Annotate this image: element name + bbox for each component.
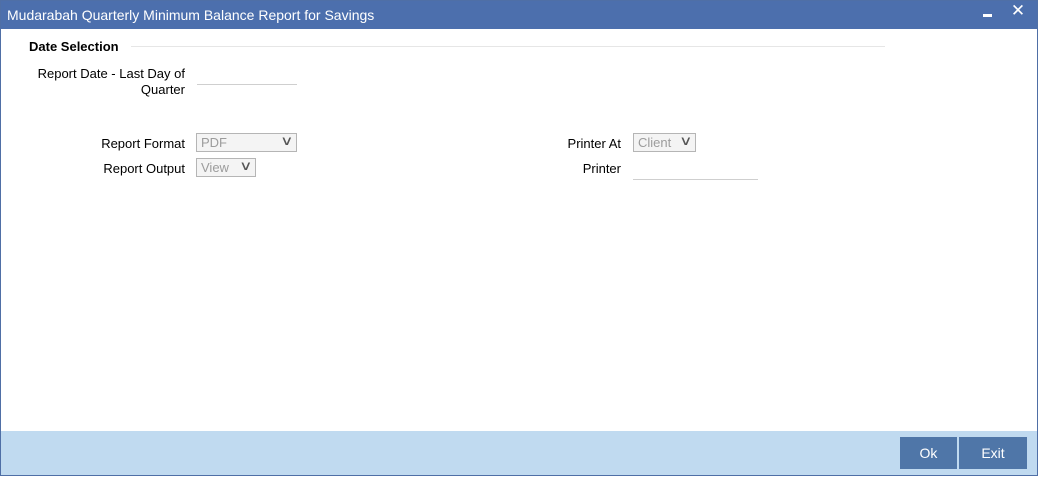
report-date-input[interactable] xyxy=(197,68,297,85)
printer-at-value: Client xyxy=(638,135,672,150)
chevron-down-icon: ∨ xyxy=(280,134,294,149)
footer-bar: Ok Exit xyxy=(1,431,1037,475)
printer-label: Printer xyxy=(582,161,621,176)
ok-button[interactable]: Ok xyxy=(900,437,957,469)
printer-at-label: Printer At xyxy=(567,136,621,151)
report-format-select[interactable]: PDF ∨ xyxy=(196,133,297,152)
printer-at-select[interactable]: Client ∨ xyxy=(633,133,696,152)
report-format-value: PDF xyxy=(201,135,227,150)
report-output-label: Report Output xyxy=(103,161,185,176)
date-selection-title: Date Selection xyxy=(29,39,119,54)
report-date-label: Report Date - Last Day of Quarter xyxy=(21,66,185,98)
exit-button[interactable]: Exit xyxy=(959,437,1027,469)
minimize-button[interactable] xyxy=(976,1,998,27)
report-date-label-line2: Quarter xyxy=(140,82,185,97)
report-format-label: Report Format xyxy=(101,136,185,151)
chevron-down-icon: ∨ xyxy=(679,134,693,149)
title-bar: Mudarabah Quarterly Minimum Balance Repo… xyxy=(1,1,1037,29)
close-button[interactable]: ✕ xyxy=(1007,1,1029,27)
section-divider xyxy=(131,46,885,47)
minimize-icon xyxy=(983,14,992,17)
chevron-down-icon: ∨ xyxy=(239,159,253,174)
report-window: Mudarabah Quarterly Minimum Balance Repo… xyxy=(0,0,1038,476)
window-title: Mudarabah Quarterly Minimum Balance Repo… xyxy=(7,7,375,23)
printer-input[interactable] xyxy=(633,163,758,180)
report-output-select[interactable]: View ∨ xyxy=(196,158,256,177)
report-date-label-line1: Report Date - Last Day of xyxy=(37,66,185,81)
close-icon: ✕ xyxy=(1010,1,1026,21)
report-output-value: View xyxy=(201,160,229,175)
